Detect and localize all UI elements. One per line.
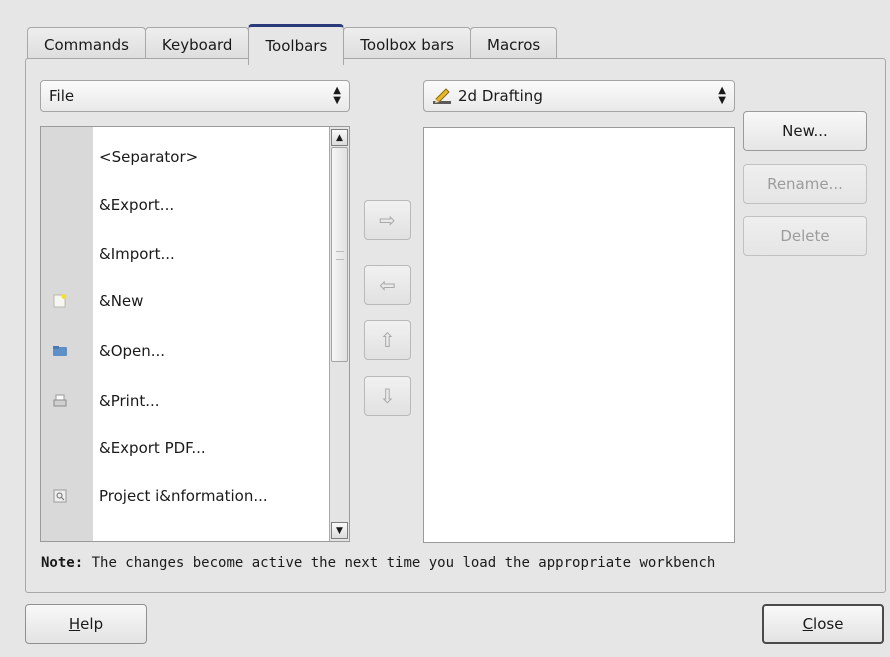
commands-scrollbar[interactable]: ▲ ▼ [329,127,349,541]
list-item[interactable]: &Export PDF... [41,424,331,472]
remove-command-button[interactable]: ⇦ [364,265,411,305]
scroll-down-icon[interactable]: ▼ [331,522,348,539]
list-item[interactable]: &Print... [41,377,331,425]
list-item[interactable]: <Separator> [41,133,331,181]
list-item[interactable]: &Export... [41,181,331,229]
tab-bar: Commands Keyboard Toolbars Toolbox bars … [27,24,558,65]
new-document-icon [53,294,67,308]
note-label: Note: [41,555,84,571]
move-up-button[interactable]: ⇧ [364,320,411,360]
list-item[interactable]: Project i&nformation... [41,472,331,520]
project-info-icon [53,489,67,503]
category-select-value: File [49,87,75,105]
commands-list[interactable]: <Separator> &Export... &Import... &New &… [40,126,350,542]
note-text: Note: The changes become active the next… [41,555,715,571]
arrow-down-icon: ⇩ [379,384,396,408]
delete-toolbar-button[interactable]: Delete [743,216,867,256]
list-item[interactable]: &Open... [41,327,331,375]
tab-commands[interactable]: Commands [27,27,146,62]
list-item-label: <Separator> [99,148,199,166]
toolbar-commands-list[interactable] [423,127,735,543]
arrow-left-icon: ⇦ [379,273,396,297]
list-item-label: &Export PDF... [99,439,206,457]
toolbar-select[interactable]: 2d Drafting ▲ ▼ [423,80,735,112]
list-item-label: Project i&nformation... [99,487,268,505]
move-down-button[interactable]: ⇩ [364,376,411,416]
help-button[interactable]: Help [25,604,147,644]
category-select[interactable]: File ▲ ▼ [40,80,350,112]
help-mnemonic: H [68,615,81,633]
printer-icon [53,394,67,408]
select-arrows-icon: ▲ ▼ [333,85,341,106]
close-button[interactable]: Close [762,604,884,644]
arrow-up-icon: ⇧ [379,328,396,352]
list-item-label: &New [99,292,144,310]
rename-toolbar-button[interactable]: Rename... [743,164,867,204]
select-arrows-icon: ▲ ▼ [718,85,726,106]
scrollbar-thumb[interactable] [331,147,348,362]
list-item-label: &Export... [99,196,175,214]
scroll-up-icon[interactable]: ▲ [331,129,348,146]
pencil-icon [432,86,452,106]
tab-toolbox-bars[interactable]: Toolbox bars [343,27,471,62]
list-item-label: &Print... [99,392,160,410]
new-toolbar-button[interactable]: New... [743,111,867,151]
folder-icon [53,344,67,358]
list-item-label: &Import... [99,245,175,263]
note-message: The changes become active the next time … [83,555,716,571]
list-item[interactable]: &Import... [41,230,331,278]
toolbar-select-value: 2d Drafting [458,87,543,105]
help-label: elp [80,615,104,633]
close-label: lose [813,615,844,633]
add-command-button[interactable]: ⇨ [364,200,411,240]
list-item-label: &Open... [99,342,166,360]
close-mnemonic: C [802,615,814,633]
tab-toolbars[interactable]: Toolbars [248,24,345,65]
list-item[interactable]: &New [41,277,331,325]
arrow-right-icon: ⇨ [379,208,396,232]
tab-keyboard[interactable]: Keyboard [144,27,250,62]
tab-macros[interactable]: Macros [470,27,558,62]
